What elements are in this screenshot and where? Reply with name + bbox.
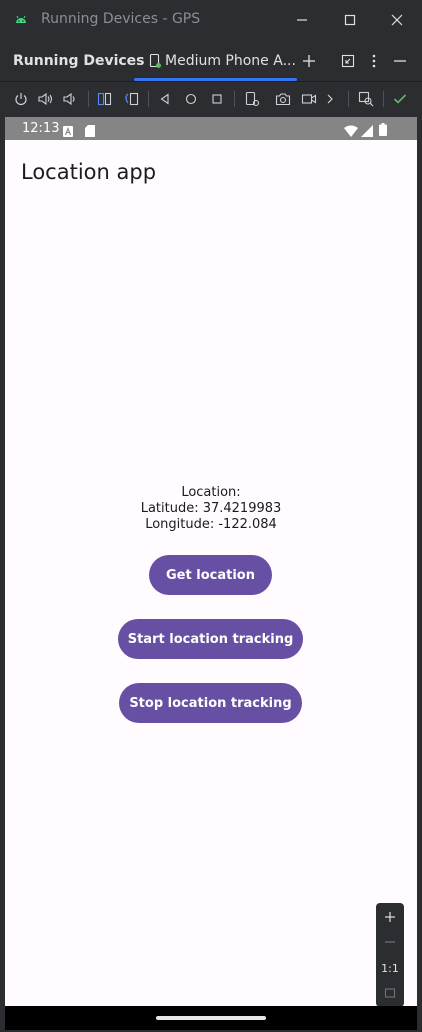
app-title: Location app: [21, 160, 157, 184]
home-icon[interactable]: [182, 90, 200, 108]
maximize-button[interactable]: [338, 8, 362, 32]
screen-record-icon[interactable]: [300, 90, 318, 108]
zoom-in-icon[interactable]: [376, 905, 404, 929]
tool-window-title: Running Devices: [13, 53, 145, 69]
tab-label: Medium Phone A...: [165, 53, 296, 69]
hide-icon[interactable]: [389, 50, 411, 72]
battery-icon: [379, 121, 387, 140]
toolbar-divider: [383, 91, 384, 107]
start-tracking-button[interactable]: Start location tracking: [118, 619, 303, 659]
navigation-bar: [5, 1006, 417, 1030]
power-icon[interactable]: [12, 90, 30, 108]
zoom-out-icon[interactable]: [376, 930, 404, 954]
restore-layout-icon[interactable]: [337, 50, 359, 72]
device-toolbar: [0, 83, 422, 115]
layout-inspector-icon[interactable]: [357, 90, 375, 108]
get-location-button[interactable]: Get location: [149, 555, 272, 595]
volume-up-icon[interactable]: [37, 90, 55, 108]
checkmark-icon[interactable]: [391, 90, 409, 108]
rotate-right-icon[interactable]: [122, 90, 140, 108]
sd-card-icon: [85, 122, 95, 141]
add-device-icon[interactable]: [298, 50, 320, 72]
wifi-icon: [344, 122, 358, 141]
volume-down-icon[interactable]: [62, 90, 80, 108]
android-icon: [14, 12, 28, 26]
stop-tracking-button[interactable]: Stop location tracking: [119, 683, 302, 723]
actual-size-button[interactable]: 1:1: [376, 956, 404, 980]
active-tab-indicator: [134, 78, 297, 81]
window-title-bar: Running Devices - GPS: [0, 0, 422, 40]
gesture-handle[interactable]: [156, 1016, 266, 1020]
zoom-controls: 1:1: [376, 903, 404, 1007]
fit-screen-icon[interactable]: [376, 981, 404, 1005]
location-info: Location: Latitude: 37.4219983 Longitude…: [5, 485, 417, 533]
toolbar-divider: [348, 91, 349, 107]
accessibility-icon: [63, 122, 73, 141]
tool-window-header: Running Devices Medium Phone A...: [0, 40, 422, 82]
more-options-icon[interactable]: [363, 50, 385, 72]
signal-icon: [361, 122, 373, 141]
chevron-right-icon[interactable]: [321, 90, 339, 108]
window-title: Running Devices - GPS: [41, 11, 201, 27]
status-time: 12:13: [22, 121, 60, 136]
latitude-text: Latitude: 37.4219983: [140, 501, 282, 516]
back-icon[interactable]: [156, 90, 174, 108]
device-icon: [147, 53, 163, 69]
location-header: Location:: [181, 485, 241, 500]
tab-medium-phone[interactable]: Medium Phone A...: [134, 40, 297, 82]
rotate-left-icon[interactable]: [96, 90, 114, 108]
toolbar-divider: [148, 91, 149, 107]
close-button[interactable]: [385, 8, 409, 32]
minimize-button[interactable]: [290, 8, 314, 32]
status-bar: 12:13: [5, 117, 417, 140]
device-settings-icon[interactable]: [243, 90, 261, 108]
device-screen[interactable]: 12:13 Location app Location: Latitude: 3…: [5, 117, 417, 1030]
screenshot-icon[interactable]: [274, 90, 292, 108]
toolbar-divider: [88, 91, 89, 107]
toolbar-divider: [234, 91, 235, 107]
overview-icon[interactable]: [208, 90, 226, 108]
longitude-text: Longitude: -122.084: [145, 517, 277, 532]
